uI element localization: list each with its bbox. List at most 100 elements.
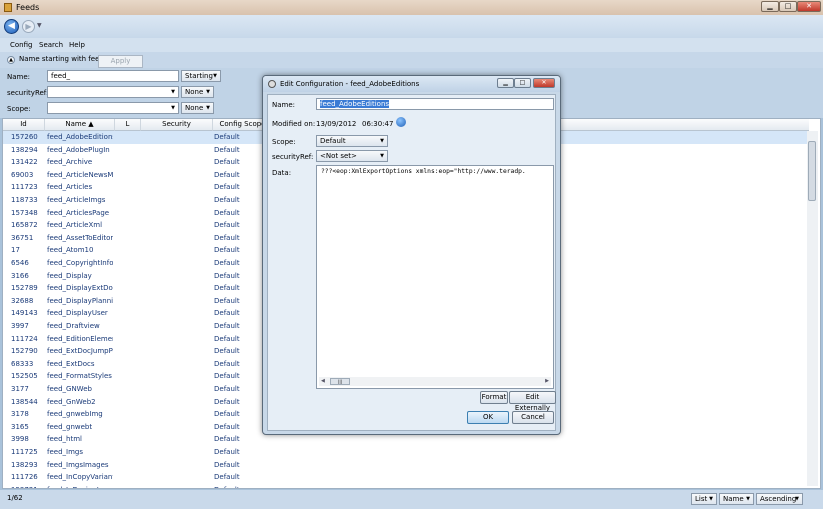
collapse-chevron-icon[interactable]: ▲ [7, 56, 15, 64]
format-button[interactable]: Format [480, 391, 508, 404]
edit-externally-button[interactable]: Edit Externally [509, 391, 556, 412]
row-config-scope: Default [214, 133, 240, 141]
apply-search-button[interactable]: Apply Search [98, 55, 143, 76]
security-mode-value: None [185, 88, 204, 96]
row-id: 68333 [11, 359, 34, 368]
table-row[interactable]: 111725 feed_Imgs Default [3, 446, 809, 459]
dialog-name-label: Name: [272, 101, 296, 109]
globe-icon[interactable] [396, 117, 406, 127]
menu-config[interactable]: Config [10, 41, 32, 49]
sort-order-value: Ascending [760, 495, 797, 503]
security-mode-select[interactable]: None ▼ [181, 86, 214, 98]
row-id: 165872 [11, 221, 38, 230]
row-id: 152789 [11, 284, 38, 293]
dialog-security-select[interactable]: <Not set> ▼ [316, 150, 388, 162]
row-config-scope: Default [214, 448, 240, 456]
scroll-right-icon[interactable]: ▶ [545, 378, 549, 384]
chevron-down-icon: ▼ [171, 105, 175, 111]
chevron-down-icon: ▼ [380, 138, 384, 144]
table-row[interactable]: 138293 feed_ImgsImages Default [3, 459, 809, 472]
chevron-down-icon: ▼ [795, 496, 799, 502]
app-icon [4, 3, 12, 12]
vertical-scrollbar[interactable] [807, 131, 818, 486]
column-header-security[interactable]: Security [141, 119, 213, 131]
row-id: 149143 [11, 309, 38, 318]
column-header-name[interactable]: Name ▲ [45, 119, 115, 131]
row-name: feed_GNWeb [47, 385, 92, 393]
row-config-scope: Default [214, 271, 240, 280]
chevron-down-icon: ▼ [206, 89, 210, 95]
column-header-id[interactable]: Id [3, 119, 45, 131]
sort-order-select[interactable]: Ascending ▼ [756, 493, 803, 505]
edit-configuration-dialog: Edit Configuration - feed_AdobeEditions … [262, 75, 561, 435]
history-dropdown-icon[interactable]: ▼ [37, 22, 42, 29]
row-name: feed_FormatStyles [47, 372, 112, 381]
scroll-left-icon[interactable]: ◀ [321, 378, 325, 384]
row-id: 3165 [11, 422, 29, 431]
dialog-close-button[interactable]: ✕ [533, 78, 555, 88]
dialog-maximize-button[interactable]: □ [514, 78, 531, 88]
data-editor[interactable]: ???<eop:XmlExportOptions xmlns:eop="http… [316, 165, 554, 389]
row-config-scope: Default [214, 259, 240, 267]
chevron-down-icon: ▼ [206, 105, 210, 111]
row-name: feed_GnWeb2 [47, 397, 96, 406]
horizontal-scrollbar-thumb[interactable]: ||| [330, 378, 350, 385]
modified-time: 06:30:47 [362, 120, 394, 128]
back-arrow-icon[interactable]: ◀ [4, 19, 19, 34]
row-config-scope: Default [214, 296, 240, 305]
dialog-minimize-button[interactable]: ▁ [497, 78, 514, 88]
table-row[interactable]: 3998 feed_html Default [3, 433, 809, 446]
dialog-security-value: <Not set> [320, 152, 357, 160]
menu-search[interactable]: Search [39, 41, 63, 49]
row-name: feed_Draftview [47, 322, 100, 330]
cancel-button[interactable]: Cancel [512, 411, 554, 424]
sort-field-select[interactable]: Name ▼ [719, 493, 754, 505]
row-config-scope: Default [214, 486, 254, 488]
row-id: 131422 [11, 158, 38, 167]
search-summary-label: Name starting with feed_ [19, 55, 108, 63]
close-button[interactable]: ✕ [797, 1, 821, 12]
row-config-scope: Default [214, 246, 240, 255]
column-header-l[interactable]: L [115, 119, 141, 131]
chevron-down-icon: ▼ [380, 153, 384, 159]
table-row[interactable]: 111726 feed_InCopyVariant Default [3, 471, 809, 484]
view-mode-value: List [695, 495, 708, 503]
table-row[interactable]: 153721feed_InDesignJumpS Default [3, 484, 809, 488]
row-id: 36751 [11, 233, 34, 242]
row-name: feed_DisplayPlanning [47, 296, 113, 305]
ok-button[interactable]: OK [467, 411, 509, 424]
scrollbar-thumb[interactable] [808, 141, 816, 201]
dialog-security-label: securityRef: [272, 153, 314, 161]
security-filter-select[interactable]: ▼ [47, 86, 179, 98]
scope-filter-select[interactable]: ▼ [47, 102, 179, 114]
record-count: 1/62 [7, 494, 23, 502]
name-filter-input[interactable]: feed_ [47, 70, 179, 82]
dialog-name-value: feed_AdobeEditions [320, 100, 390, 108]
chevron-down-icon: ▼ [213, 73, 217, 79]
maximize-button[interactable]: □ [779, 1, 797, 12]
scope-mode-select[interactable]: None ▼ [181, 102, 214, 114]
dialog-name-input[interactable]: feed_AdobeEditions [316, 98, 554, 110]
row-config-scope: Default [214, 183, 240, 192]
row-config-scope: Default [214, 196, 240, 204]
name-match-mode-select[interactable]: Starting ▼ [181, 70, 221, 82]
settings-icon [268, 80, 276, 88]
dialog-scope-select[interactable]: Default ▼ [316, 135, 388, 147]
menu-help[interactable]: Help [69, 41, 85, 49]
horizontal-scrollbar[interactable]: ◀ ||| ▶ [319, 377, 551, 386]
dialog-scope-label: Scope: [272, 138, 296, 146]
row-id: 6546 [11, 259, 29, 267]
row-name: feed_CopyrightInfo [47, 259, 113, 267]
minimize-button[interactable]: ▁ [761, 1, 779, 12]
row-name: feed_html [47, 435, 82, 444]
row-id: 152505 [11, 372, 38, 381]
row-config-scope: Default [214, 410, 240, 419]
scope-filter-label: Scope: [7, 105, 31, 113]
row-name: feed_Archive [47, 158, 93, 167]
status-bar: 1/62 List ▼ Name ▼ Ascending ▼ [0, 490, 823, 509]
forward-arrow-icon[interactable]: ▶ [22, 20, 35, 33]
view-mode-select[interactable]: List ▼ [691, 493, 717, 505]
row-name: feed_InCopyVariant [47, 473, 113, 482]
row-id: 111724 [11, 334, 38, 343]
modified-date: 13/09/2012 [316, 120, 357, 128]
